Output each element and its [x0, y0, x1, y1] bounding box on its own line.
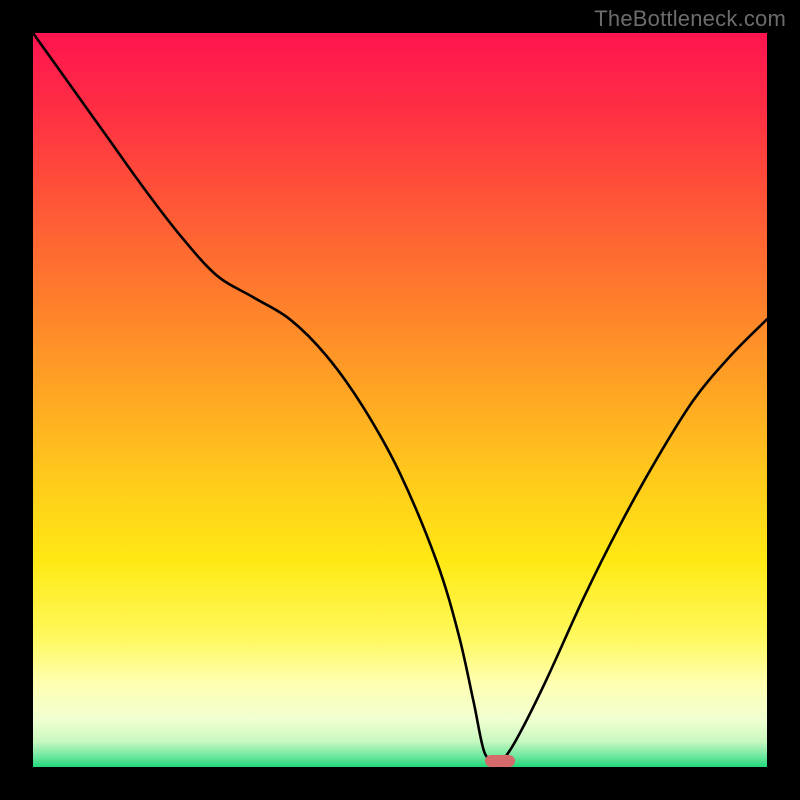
watermark-text: TheBottleneck.com [594, 6, 786, 32]
chart-frame: TheBottleneck.com [0, 0, 800, 800]
plot-area [33, 33, 767, 767]
plot-svg [33, 33, 767, 767]
optimal-marker [485, 755, 515, 767]
gradient-background [33, 33, 767, 767]
